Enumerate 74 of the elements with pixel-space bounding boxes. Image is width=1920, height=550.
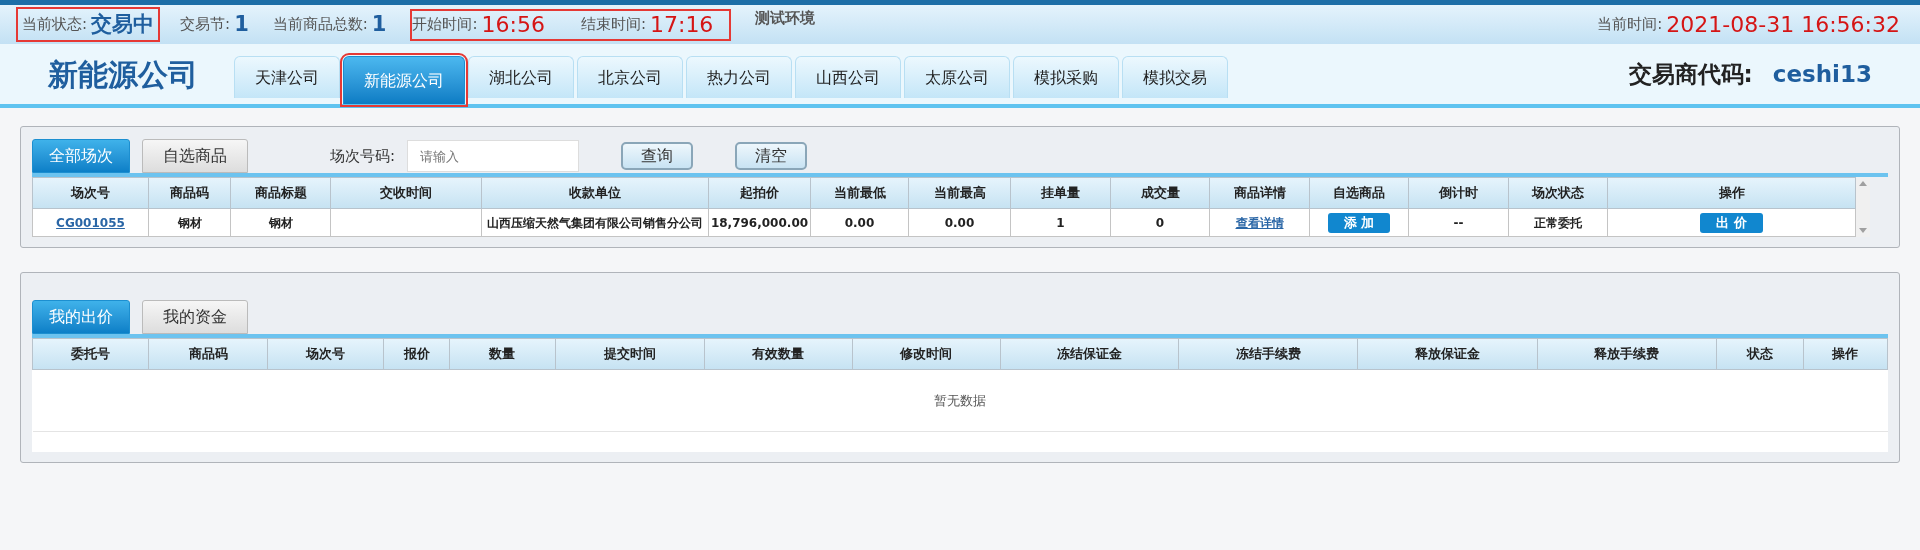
search-label: 场次号码: (330, 145, 396, 167)
column-header: 状态 (1716, 338, 1804, 370)
nav-tab[interactable]: 山西公司 (795, 56, 901, 98)
end-time: 17:16 (649, 11, 714, 39)
column-header: 委托号 (32, 338, 149, 370)
empty-message: 暂无数据 (934, 392, 986, 408)
start-time: 16:56 (481, 11, 545, 39)
count-value: 1 (371, 10, 387, 38)
company-title: 新能源公司 (48, 55, 199, 94)
column-header: 修改时间 (852, 338, 1001, 370)
table-button[interactable]: 添 加 (1327, 212, 1391, 233)
column-header: 报价 (383, 338, 450, 370)
column-header: 当前最高 (908, 177, 1011, 209)
column-header: 操作 (1803, 338, 1888, 370)
table-cell: 钢材 (268, 215, 293, 230)
action-button[interactable]: 清空 (735, 142, 808, 170)
clock-value: 2021-08-31 16:56:32 (1666, 11, 1900, 39)
column-header: 当前最低 (810, 177, 909, 209)
nav-tab[interactable]: 天津公司 (234, 56, 340, 98)
nav-tab[interactable]: 太原公司 (904, 56, 1010, 98)
clock-label: 当前时间: (1597, 14, 1663, 36)
action-button[interactable]: 查询 (621, 142, 694, 170)
table-cell: 0.00 (844, 215, 875, 230)
column-header: 自选商品 (1309, 177, 1409, 209)
search-field[interactable]: 请输入 (407, 140, 580, 172)
column-header: 提交时间 (555, 338, 705, 370)
table-cell: 0.00 (944, 215, 975, 230)
tab[interactable]: 自选商品 (142, 139, 248, 173)
table-cell: 1 (1056, 215, 1065, 230)
column-header: 倒计时 (1408, 177, 1509, 209)
column-header: 操作 (1607, 177, 1856, 209)
column-header: 起拍价 (708, 177, 811, 209)
status-label: 当前状态: (22, 14, 88, 36)
column-header: 释放保证金 (1357, 338, 1538, 370)
nav-tab[interactable]: 热力公司 (686, 56, 792, 98)
start-label: 开始时间: (412, 14, 478, 36)
nav-tab[interactable]: 湖北公司 (468, 56, 574, 98)
table-cell: 钢材 (177, 215, 202, 230)
nav-tab[interactable]: 模拟采购 (1013, 56, 1119, 98)
table-cell: 山西压缩天然气集团有限公司销售分公司 (487, 215, 703, 230)
end-label: 结束时间: (580, 14, 646, 36)
table-cell: -- (1453, 215, 1464, 230)
scroll-down-icon[interactable] (1859, 228, 1867, 233)
environment-label: 测试环境 (755, 8, 816, 30)
column-header: 商品码 (148, 338, 268, 370)
tab[interactable]: 我的资金 (142, 300, 248, 334)
scroll-up-icon[interactable] (1859, 181, 1867, 186)
trader-label: 交易商代码: (1628, 59, 1753, 89)
column-header: 场次号 (32, 177, 149, 209)
table-cell: 正常委托 (1534, 215, 1582, 230)
column-header: 收款单位 (481, 177, 709, 209)
column-header: 冻结手续费 (1178, 338, 1358, 370)
nav-tab[interactable]: 模拟交易 (1122, 56, 1228, 98)
table-cell: 0 (1155, 215, 1165, 230)
nav-tab[interactable]: 北京公司 (577, 56, 683, 98)
column-header: 商品标题 (230, 177, 331, 209)
column-header: 商品码 (148, 177, 231, 209)
column-header: 释放手续费 (1537, 338, 1717, 370)
column-header: 冻结保证金 (1000, 338, 1179, 370)
table-cell: 18,796,000.00 (710, 215, 809, 230)
column-header: 数量 (449, 338, 556, 370)
status-value: 交易中 (91, 10, 155, 38)
column-header: 交收时间 (330, 177, 482, 209)
column-header: 有效数量 (704, 338, 853, 370)
column-header: 商品详情 (1209, 177, 1310, 209)
column-header: 场次号 (267, 338, 384, 370)
column-header: 挂单量 (1010, 177, 1111, 209)
count-label: 当前商品总数: (272, 14, 368, 36)
table-button[interactable]: 出 价 (1700, 212, 1763, 233)
session-label: 交易节: (180, 14, 231, 36)
session-value: 1 (234, 10, 249, 38)
trader-code: ceshi13 (1772, 59, 1872, 89)
column-header: 成交量 (1110, 177, 1210, 209)
column-header: 场次状态 (1508, 177, 1608, 209)
